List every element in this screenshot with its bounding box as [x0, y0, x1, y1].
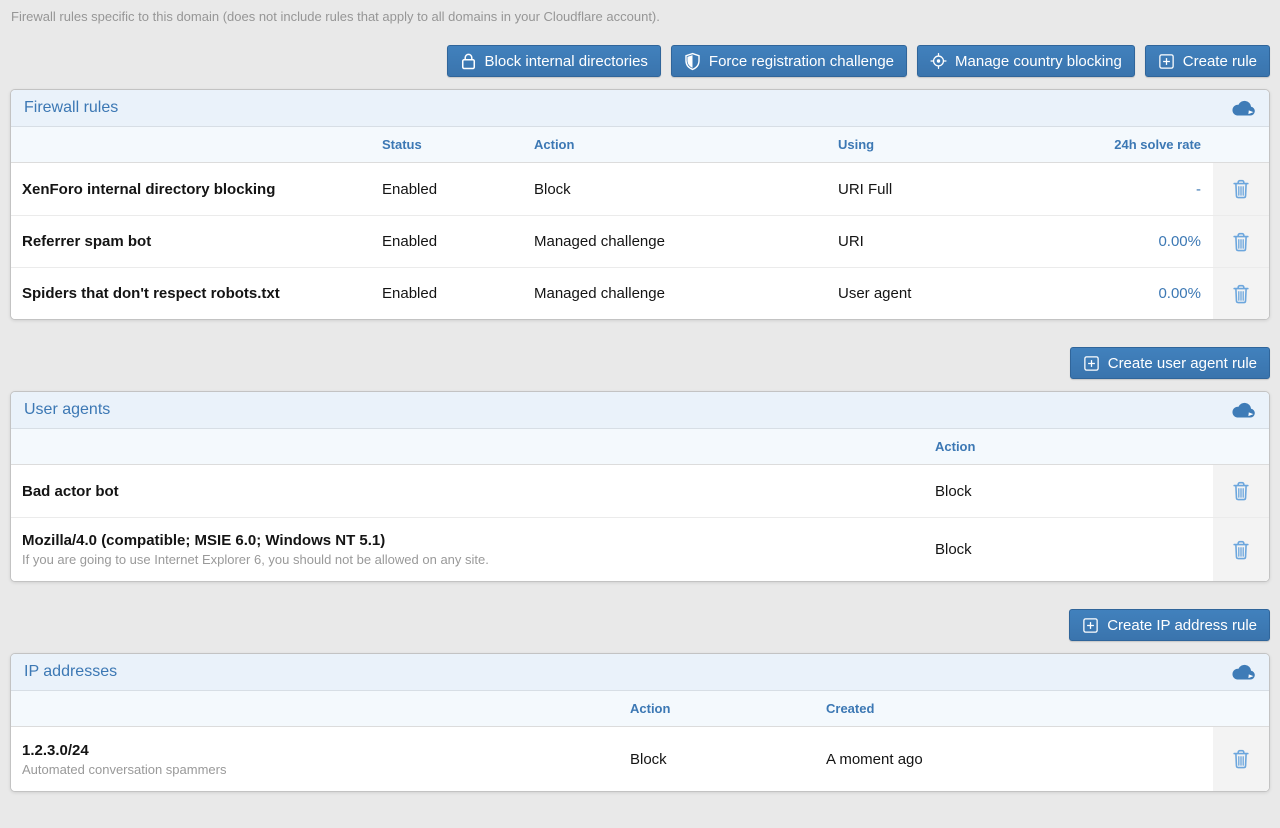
block-internal-directories-button[interactable]: Block internal directories [447, 45, 661, 77]
plus-square-icon [1083, 354, 1100, 373]
ip-addresses-panel: IP addresses Action Created 1.2.3.0/24 A… [10, 653, 1270, 792]
user-agents-panel: User agents Action Bad actor bot Block M… [10, 391, 1270, 582]
column-header-delete [1213, 137, 1269, 153]
column-header-created: Created [826, 693, 1213, 724]
column-header-solve-rate: 24h solve rate [1110, 129, 1213, 160]
user-agents-panel-header: User agents [11, 392, 1269, 429]
trash-icon [1231, 232, 1251, 252]
button-label: Block internal directories [485, 53, 648, 70]
table-row: 1.2.3.0/24 Automated conversation spamme… [11, 727, 1269, 791]
table-row: Mozilla/4.0 (compatible; MSIE 6.0; Windo… [11, 517, 1269, 581]
cloudflare-cloud-icon [1230, 100, 1256, 117]
panel-title: Firewall rules [24, 99, 118, 117]
button-label: Force registration challenge [709, 53, 894, 70]
trash-icon [1231, 540, 1251, 560]
delete-cell [1213, 518, 1269, 581]
rule-using: URI Full [838, 173, 1110, 206]
column-header-name [11, 137, 382, 153]
target-icon [930, 52, 947, 71]
cloudflare-cloud-icon [1230, 402, 1256, 419]
delete-rule-button[interactable] [1227, 175, 1255, 203]
create-user-agent-rule-button[interactable]: Create user agent rule [1070, 347, 1270, 379]
delete-rule-button[interactable] [1227, 228, 1255, 256]
rule-name: XenForo internal directory blocking [11, 173, 382, 206]
column-header-using: Using [838, 129, 1110, 160]
create-ip-address-rule-button[interactable]: Create IP address rule [1069, 609, 1270, 641]
column-header-delete [1213, 439, 1269, 455]
delete-cell [1213, 268, 1269, 319]
rule-status: Enabled [382, 225, 534, 258]
rule-status: Enabled [382, 173, 534, 206]
column-header-delete [1213, 701, 1269, 717]
ip-address-action: Block [630, 743, 826, 776]
user-agent-action: Block [935, 533, 1213, 566]
create-rule-button[interactable]: Create rule [1145, 45, 1270, 77]
trash-icon [1231, 284, 1251, 304]
rule-action: Managed challenge [534, 225, 838, 258]
table-row: Bad actor bot Block [11, 465, 1269, 517]
shield-icon [684, 52, 701, 71]
table-row: Spiders that don't respect robots.txt En… [11, 267, 1269, 319]
cloudflare-cloud-icon [1230, 664, 1256, 681]
user-agent-action: Block [935, 475, 1213, 508]
plus-square-icon [1082, 616, 1099, 635]
column-header-action: Action [534, 129, 838, 160]
trash-icon [1231, 749, 1251, 769]
plus-square-icon [1158, 52, 1175, 71]
trash-icon [1231, 179, 1251, 199]
rule-solve-rate: - [1110, 173, 1213, 206]
rule-using: URI [838, 225, 1110, 258]
panel-title: User agents [24, 401, 110, 419]
user-agent-description: If you are going to use Internet Explore… [22, 552, 921, 567]
panel-title: IP addresses [24, 663, 117, 681]
rule-name: Spiders that don't respect robots.txt [11, 277, 382, 310]
button-label: Create user agent rule [1108, 355, 1257, 372]
lock-icon [460, 52, 477, 71]
ip-addresses-column-headers: Action Created [11, 691, 1269, 727]
rule-action: Managed challenge [534, 277, 838, 310]
table-row: XenForo internal directory blocking Enab… [11, 163, 1269, 215]
rule-action: Block [534, 173, 838, 206]
user-agents-column-headers: Action [11, 429, 1269, 465]
delete-ip-address-button[interactable] [1227, 745, 1255, 773]
ip-addresses-panel-header: IP addresses [11, 654, 1269, 691]
button-label: Manage country blocking [955, 53, 1122, 70]
toolbar: Block internal directories Force registr… [10, 45, 1270, 77]
ip-address-created: A moment ago [826, 743, 1213, 776]
column-header-action: Action [630, 693, 826, 724]
delete-user-agent-button[interactable] [1227, 536, 1255, 564]
ip-address-name: 1.2.3.0/24 [22, 742, 616, 759]
rule-status: Enabled [382, 277, 534, 310]
column-header-name [11, 439, 935, 455]
manage-country-blocking-button[interactable]: Manage country blocking [917, 45, 1135, 77]
force-registration-challenge-button[interactable]: Force registration challenge [671, 45, 907, 77]
rule-solve-rate: 0.00% [1110, 277, 1213, 310]
user-agents-toolbar: Create user agent rule [10, 347, 1270, 379]
button-label: Create IP address rule [1107, 617, 1257, 634]
delete-user-agent-button[interactable] [1227, 477, 1255, 505]
table-row: Referrer spam bot Enabled Managed challe… [11, 215, 1269, 267]
user-agent-name: Mozilla/4.0 (compatible; MSIE 6.0; Windo… [22, 532, 921, 549]
firewall-rules-panel-header: Firewall rules [11, 90, 1269, 127]
rule-using: User agent [838, 277, 1110, 310]
ip-address-description: Automated conversation spammers [22, 762, 616, 777]
button-label: Create rule [1183, 53, 1257, 70]
delete-cell [1213, 727, 1269, 791]
ip-addresses-toolbar: Create IP address rule [10, 609, 1270, 641]
column-header-action: Action [935, 431, 1213, 462]
firewall-rules-column-headers: Status Action Using 24h solve rate [11, 127, 1269, 163]
page-description: Firewall rules specific to this domain (… [10, 9, 1270, 25]
column-header-name [11, 701, 630, 717]
delete-cell [1213, 465, 1269, 517]
delete-cell [1213, 163, 1269, 215]
firewall-page: Firewall rules specific to this domain (… [0, 0, 1280, 792]
rule-solve-rate: 0.00% [1110, 225, 1213, 258]
rule-name: Referrer spam bot [11, 225, 382, 258]
delete-rule-button[interactable] [1227, 280, 1255, 308]
column-header-status: Status [382, 129, 534, 160]
firewall-rules-panel: Firewall rules Status Action Using 24h s… [10, 89, 1270, 320]
user-agent-name: Bad actor bot [22, 483, 921, 500]
delete-cell [1213, 216, 1269, 267]
trash-icon [1231, 481, 1251, 501]
